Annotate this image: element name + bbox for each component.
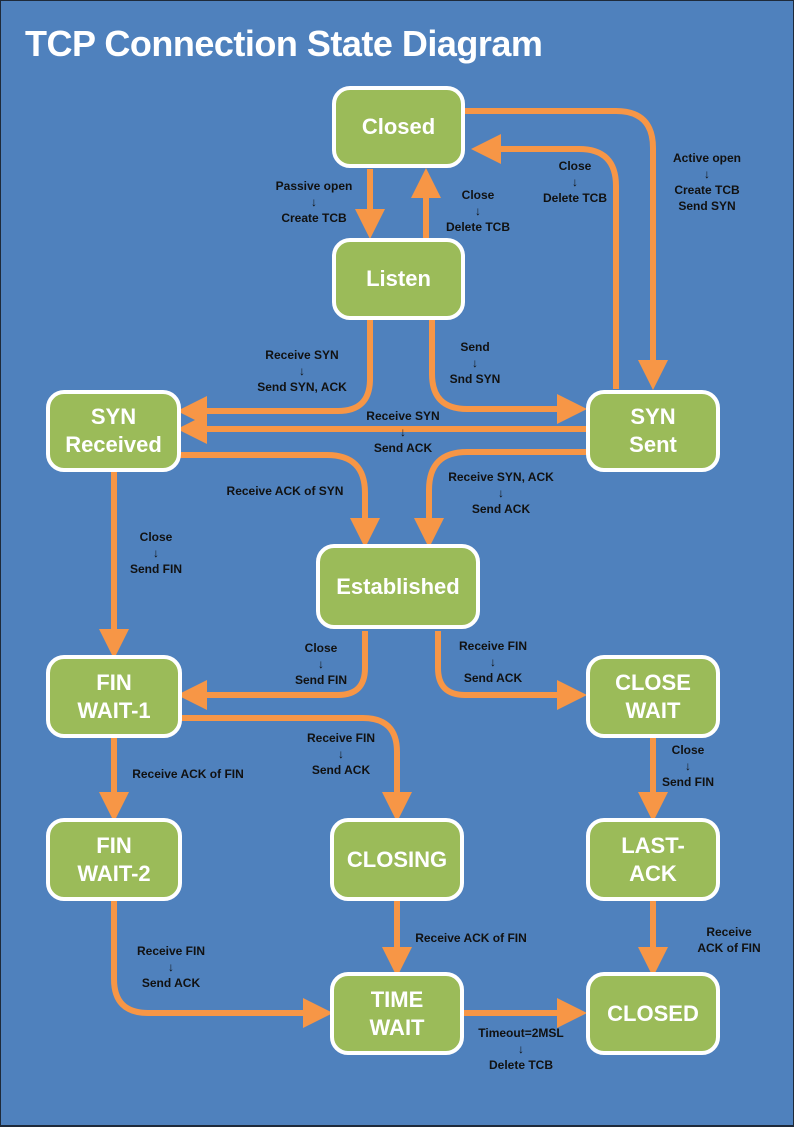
label-listen-recv-syn: Receive SYN ↓ Send SYN, ACK <box>257 348 347 394</box>
label-passive-open: Passive open ↓ Create TCB <box>275 179 353 225</box>
state-listen: Listen <box>332 238 465 320</box>
state-fin-wait-2: FIN WAIT-2 <box>46 818 182 901</box>
label-synrcvd-ack: Receive ACK of SYN <box>226 484 344 498</box>
state-syn-received: SYN Received <box>46 390 181 472</box>
state-last-ack: LAST- ACK <box>586 818 720 901</box>
state-closing: CLOSING <box>330 818 464 901</box>
diagram-canvas: TCP Connection State Diagram Closed List… <box>1 1 793 1125</box>
label-synrcvd-close: Close ↓ Send FIN <box>129 530 183 576</box>
label-fw2-fin: Receive FIN ↓ Send ACK <box>136 944 206 990</box>
label-listen-send: Send ↓ Snd SYN <box>449 340 501 386</box>
state-established: Established <box>316 544 480 629</box>
label-synsent-close: Close ↓ Delete TCB <box>542 159 608 205</box>
label-synsent-recv-syn: Receive SYN ↓ Send ACK <box>366 409 440 455</box>
state-fin-wait-1: FIN WAIT-1 <box>46 655 182 738</box>
label-cw-close: Close ↓ Send FIN <box>661 743 715 789</box>
label-lastack-ack: Receive ACK of FIN <box>697 925 761 955</box>
state-closed-bottom: CLOSED <box>586 972 720 1055</box>
state-syn-sent: SYN Sent <box>586 390 720 472</box>
label-est-recv-fin: Receive FIN ↓ Send ACK <box>458 639 528 685</box>
state-time-wait: TIME WAIT <box>330 972 464 1055</box>
label-fw1-ack: Receive ACK of FIN <box>132 767 244 781</box>
state-closed-top: Closed <box>332 86 465 168</box>
label-tw-timeout: Timeout=2MSL ↓ Delete TCB <box>478 1026 564 1072</box>
label-fw1-fin: Receive FIN ↓ Send ACK <box>306 731 376 777</box>
state-close-wait: CLOSE WAIT <box>586 655 720 738</box>
label-closing-ack: Receive ACK of FIN <box>415 931 527 945</box>
label-est-close: Close ↓ Send FIN <box>294 641 348 687</box>
label-active-open: Active open ↓ Create TCB Send SYN <box>672 151 742 213</box>
label-synsent-synack: Receive SYN, ACK ↓ Send ACK <box>448 470 554 516</box>
label-listen-close: Close ↓ Delete TCB <box>445 188 511 234</box>
